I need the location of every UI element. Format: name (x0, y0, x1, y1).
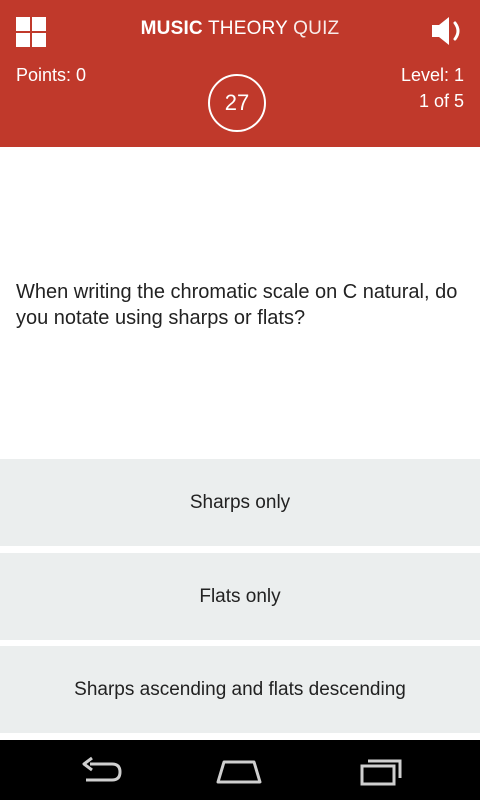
recent-apps-icon[interactable] (356, 754, 406, 788)
question-text: When writing the chromatic scale on C na… (16, 281, 458, 329)
countdown-timer: 27 (208, 74, 266, 132)
app-title-mid: THEORY (208, 18, 288, 39)
question-progress: 1 of 5 (418, 91, 464, 111)
answer-option-3[interactable]: Sharps ascending and flats descending (0, 646, 480, 733)
speaker-icon[interactable] (430, 14, 470, 48)
points-label: Points: 0 (16, 65, 87, 85)
answer-option-1[interactable]: Sharps only (0, 459, 480, 546)
answer-option-2[interactable]: Flats only (0, 553, 480, 640)
quiz-header: MUSIC THEORY QUIZ Points: 0 Level: 1 1 o… (0, 0, 480, 147)
app-title: MUSIC THEORY QUIZ (0, 18, 480, 40)
system-navigation-bar (0, 740, 480, 800)
app-title-bold: MUSIC (140, 18, 203, 39)
level-label: Level: 1 (400, 65, 464, 85)
app-title-end: QUIZ (293, 18, 340, 39)
back-icon[interactable] (76, 754, 126, 788)
home-icon[interactable] (214, 754, 264, 788)
